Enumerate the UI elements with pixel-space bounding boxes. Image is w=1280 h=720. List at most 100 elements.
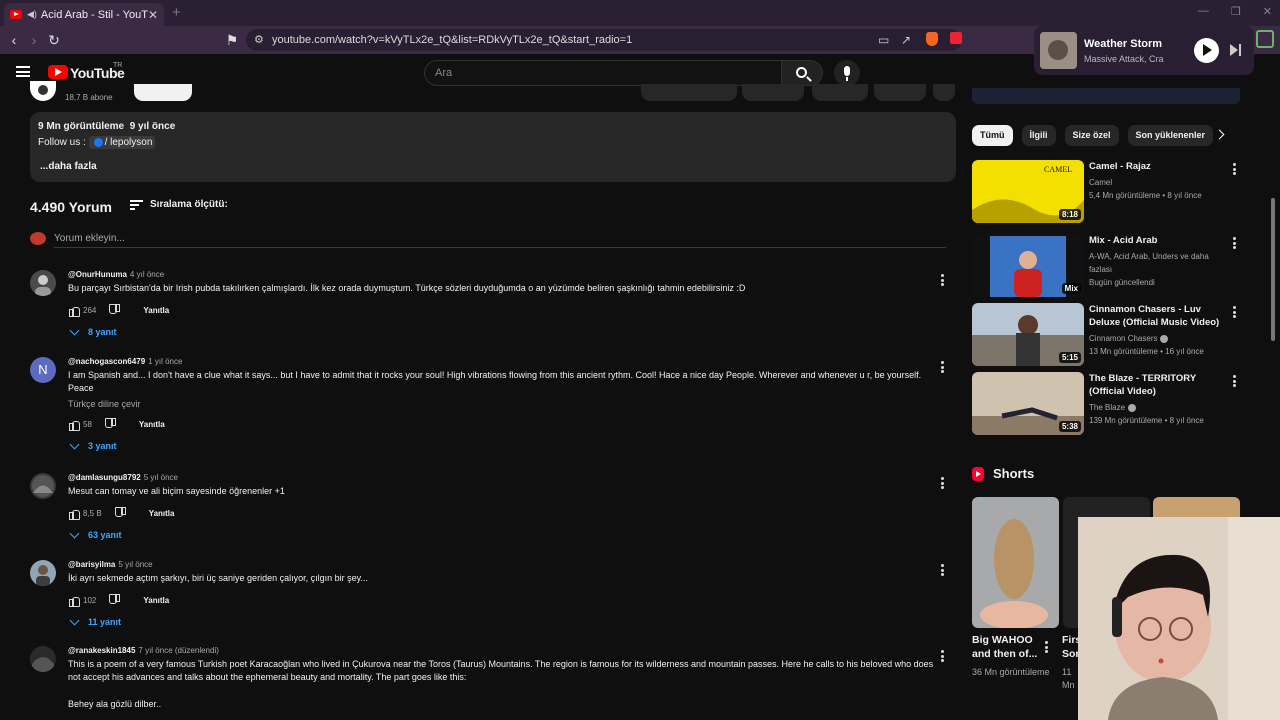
comment-time[interactable]: 1 yıl önce xyxy=(148,357,182,366)
avatar[interactable]: N xyxy=(30,357,56,383)
subscribe-button[interactable] xyxy=(134,84,192,101)
channel-name[interactable]: Camel xyxy=(1089,178,1112,187)
comment-time[interactable]: 5 yıl önce xyxy=(144,473,178,482)
chip-related[interactable]: İlgili xyxy=(1021,125,1056,146)
chip-all[interactable]: Tümü xyxy=(972,125,1013,146)
browser-tab[interactable]: ◀) Acid Arab - Stil - YouTube ✕ xyxy=(4,3,164,26)
translate-link[interactable]: Türkçe diline çevir xyxy=(68,399,948,409)
comment-time[interactable]: 4 yıl önce xyxy=(130,270,164,279)
new-tab-button[interactable]: + xyxy=(172,4,181,21)
video-menu-icon[interactable] xyxy=(1233,306,1236,318)
video-thumbnail[interactable]: Mix xyxy=(972,234,1084,297)
view-replies-button[interactable]: 8 yanıt xyxy=(68,325,948,337)
more-actions-button[interactable] xyxy=(933,84,955,101)
dislike-icon[interactable] xyxy=(106,419,117,430)
recommendation-item[interactable]: Mix Mix - Acid Arab A-WA, Acid Arab, Und… xyxy=(972,234,1240,298)
share-button[interactable] xyxy=(742,84,804,101)
bookmark-icon[interactable]: ⚑ xyxy=(224,32,240,49)
brave-shields-icon[interactable] xyxy=(926,32,938,46)
comment-menu-icon[interactable] xyxy=(941,274,944,286)
channel-name[interactable]: A-WA, Acid Arab, Unders ve daha fazlası xyxy=(1089,252,1209,274)
comment-author[interactable]: @nachogascon6479 xyxy=(68,357,145,366)
recommendation-item[interactable]: 5:38 The Blaze - TERRITORY (Official Vid… xyxy=(972,372,1240,436)
voice-search-icon[interactable] xyxy=(834,60,860,86)
comment-menu-icon[interactable] xyxy=(941,361,944,373)
channel-avatar[interactable] xyxy=(30,81,56,101)
avatar[interactable] xyxy=(30,646,56,672)
short-menu-icon[interactable] xyxy=(1045,641,1048,653)
channel-name[interactable]: The Blaze xyxy=(1089,403,1125,412)
like-icon[interactable] xyxy=(68,508,80,520)
brave-rewards-icon[interactable] xyxy=(950,32,962,44)
comment-menu-icon[interactable] xyxy=(941,564,944,576)
short-thumbnail[interactable] xyxy=(972,497,1059,628)
skip-next-icon[interactable] xyxy=(1230,44,1242,56)
like-icon[interactable] xyxy=(68,419,80,431)
video-menu-icon[interactable] xyxy=(1233,163,1236,175)
hamburger-menu-icon[interactable] xyxy=(16,66,30,77)
video-menu-icon[interactable] xyxy=(1233,237,1236,249)
cast-icon[interactable]: ▭ xyxy=(878,33,889,47)
recommendation-item[interactable]: CAMEL 8:18 Camel - Rajaz Camel 5,4 Mn gör… xyxy=(972,160,1240,224)
forward-icon[interactable]: › xyxy=(26,32,42,48)
video-title[interactable]: Cinnamon Chasers - Luv Deluxe (Official … xyxy=(1089,303,1229,329)
reply-button[interactable]: Yanıtla xyxy=(149,509,175,518)
share-icon[interactable]: ↗ xyxy=(901,33,911,47)
minimize-icon[interactable]: — xyxy=(1198,5,1209,18)
chip-for-you[interactable]: Size özel xyxy=(1064,125,1119,146)
facebook-link[interactable]: / lepolyson xyxy=(88,136,156,149)
site-info-icon[interactable]: ⚙ xyxy=(254,33,264,46)
sort-button[interactable]: Sıralama ölçütü: xyxy=(130,199,228,210)
video-thumbnail[interactable]: CAMEL 8:18 xyxy=(972,160,1084,223)
dislike-icon[interactable] xyxy=(110,305,121,316)
comment-time[interactable]: 7 yıl önce (düzenlendi) xyxy=(138,646,219,655)
reply-button[interactable]: Yanıtla xyxy=(139,420,165,429)
avatar[interactable] xyxy=(30,270,56,296)
view-replies-button[interactable]: 11 yanıt xyxy=(68,615,948,627)
reload-icon[interactable]: ↻ xyxy=(46,32,62,49)
speaker-icon[interactable]: ◀) xyxy=(27,9,37,20)
comment-author[interactable]: @damlasungu8792 xyxy=(68,473,141,482)
like-icon[interactable] xyxy=(68,305,80,317)
search-button[interactable] xyxy=(781,60,823,86)
close-tab-icon[interactable]: ✕ xyxy=(148,8,158,22)
video-title[interactable]: Mix - Acid Arab xyxy=(1089,234,1229,247)
like-icon[interactable] xyxy=(68,595,80,607)
avatar[interactable] xyxy=(30,560,56,586)
avatar[interactable] xyxy=(30,473,56,499)
recommendation-item[interactable]: 5:15 Cinnamon Chasers - Luv Deluxe (Offi… xyxy=(972,303,1240,367)
add-comment-input[interactable]: Yorum ekleyin... xyxy=(54,233,125,244)
comment-author[interactable]: @ranakeskin1845 xyxy=(68,646,135,655)
maximize-icon[interactable]: ❐ xyxy=(1231,5,1241,18)
dislike-icon[interactable] xyxy=(110,595,121,606)
comment-author[interactable]: @barisyilma xyxy=(68,560,115,569)
youtube-logo-icon[interactable] xyxy=(48,65,68,79)
comment-time[interactable]: 5 yıl önce xyxy=(118,560,152,569)
chip-recent[interactable]: Son yüklenenler xyxy=(1127,125,1214,146)
video-title[interactable]: Camel - Rajaz xyxy=(1089,160,1229,173)
view-replies-button[interactable]: 63 yanıt xyxy=(68,528,948,540)
comment-author[interactable]: @OnurHunuma xyxy=(68,270,127,279)
video-title[interactable]: The Blaze - TERRITORY (Official Video) xyxy=(1089,372,1229,398)
download-button[interactable] xyxy=(812,84,868,101)
video-thumbnail[interactable]: 5:38 xyxy=(972,372,1084,435)
video-thumbnail[interactable]: 5:15 xyxy=(972,303,1084,366)
back-icon[interactable]: ‹ xyxy=(6,32,22,48)
video-description[interactable]: 9 Mn görüntüleme 9 yıl önce Follow us : … xyxy=(30,112,956,182)
comment-menu-icon[interactable] xyxy=(941,650,944,662)
dislike-icon[interactable] xyxy=(116,508,127,519)
show-more-link[interactable]: ...daha fazla xyxy=(40,161,97,172)
search-input[interactable]: Ara xyxy=(424,60,782,86)
url-bar[interactable]: ⚙ youtube.com/watch?v=kVyTLx2e_tQ&list=R… xyxy=(246,29,962,51)
scrollbar[interactable] xyxy=(1271,198,1275,341)
sidebar-toggle-icon[interactable] xyxy=(1256,30,1274,48)
comment-menu-icon[interactable] xyxy=(941,477,944,489)
like-dislike-button[interactable] xyxy=(641,84,737,101)
close-window-icon[interactable]: ✕ xyxy=(1263,5,1272,18)
reply-button[interactable]: Yanıtla xyxy=(143,306,169,315)
short-title[interactable]: Big WAHOO and then of... xyxy=(972,633,1042,661)
chevron-right-icon[interactable] xyxy=(1214,129,1225,140)
clip-button[interactable] xyxy=(874,84,926,101)
play-icon[interactable] xyxy=(1194,38,1219,63)
video-menu-icon[interactable] xyxy=(1233,375,1236,387)
